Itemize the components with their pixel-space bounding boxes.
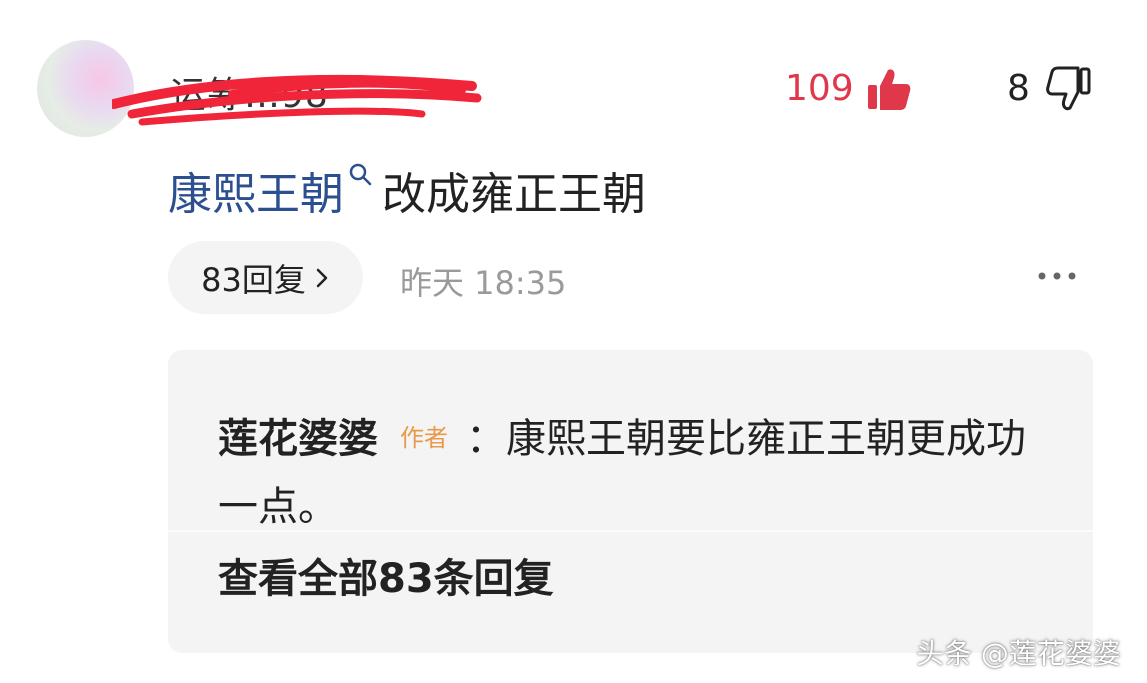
chevron-right-icon [316, 268, 328, 287]
like-count: 109 [785, 68, 854, 109]
author-tag: 作者 [400, 424, 448, 452]
reply-content: 莲花婆婆 作者 ：康熙王朝要比雍正王朝更成功一点。 [218, 404, 1038, 541]
thumbs-up-icon[interactable] [866, 66, 912, 112]
watermark: 头条 @莲花婆婆 [916, 637, 1121, 670]
timestamp: 昨天 18:35 [400, 264, 567, 302]
comment-screen: 运筹…98 109 8 康熙王朝 改成雍正王朝 83回复 昨天 18:35 莲花… [0, 0, 1147, 683]
view-all-replies-link[interactable]: 查看全部83条回复 [218, 546, 554, 604]
reply-preview-box: 莲花婆婆 作者 ：康熙王朝要比雍正王朝更成功一点。 查看全部83条回复 [168, 350, 1093, 653]
comment-body: 康熙王朝 改成雍正王朝 [168, 158, 646, 222]
comment-text: 改成雍正王朝 [382, 169, 646, 220]
replies-button[interactable]: 83回复 [168, 241, 363, 314]
reply-separator: ： [466, 416, 506, 462]
topic-link[interactable]: 康熙王朝 [168, 158, 344, 222]
reply-author[interactable]: 莲花婆婆 [218, 416, 378, 462]
thumbs-down-icon[interactable] [1046, 66, 1092, 112]
username-area[interactable]: 运筹…98 [112, 64, 492, 128]
replies-label: 83回复 [201, 260, 306, 299]
divider [168, 530, 1093, 532]
dislike-count: 8 [1007, 68, 1030, 109]
more-dots-icon[interactable] [1036, 270, 1078, 282]
redaction-scribble [112, 74, 482, 126]
search-icon[interactable] [348, 162, 372, 186]
